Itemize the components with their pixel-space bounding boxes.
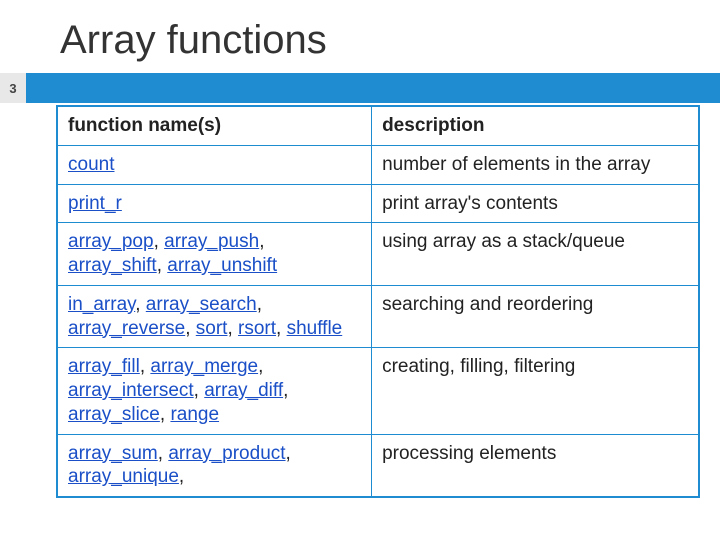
function-link[interactable]: array_unique	[68, 466, 179, 487]
table-cell-description: using array as a stack/queue	[372, 223, 699, 286]
function-link[interactable]: array_search	[146, 294, 257, 315]
separator: ,	[283, 380, 288, 401]
title-bar: 3	[0, 73, 720, 103]
separator: ,	[160, 404, 171, 425]
function-link[interactable]: array_sum	[68, 443, 158, 464]
table-row: array_fill, array_merge, array_intersect…	[57, 348, 699, 434]
table-container: function name(s) description count number…	[0, 103, 720, 498]
functions-table: function name(s) description count number…	[56, 105, 700, 498]
function-link[interactable]: array_intersect	[68, 380, 194, 401]
table-cell-description: print array's contents	[372, 184, 699, 223]
table-cell-functions: count	[57, 145, 372, 184]
table-row: count number of elements in the array	[57, 145, 699, 184]
table-cell-functions: print_r	[57, 184, 372, 223]
function-link[interactable]: array_diff	[204, 380, 283, 401]
table-cell-description: creating, filling, filtering	[372, 348, 699, 434]
table-cell-functions: array_sum, array_product, array_unique,	[57, 434, 372, 497]
page-number-badge: 3	[0, 73, 26, 103]
table-header-description: description	[372, 106, 699, 145]
function-link[interactable]: print_r	[68, 193, 122, 214]
function-link[interactable]: array_product	[168, 443, 285, 464]
separator: ,	[276, 318, 287, 339]
function-link[interactable]: range	[170, 404, 219, 425]
function-link[interactable]: array_shift	[68, 255, 157, 276]
function-link[interactable]: sort	[196, 318, 228, 339]
function-link[interactable]: array_slice	[68, 404, 160, 425]
function-link[interactable]: rsort	[238, 318, 276, 339]
function-link[interactable]: array_merge	[150, 356, 258, 377]
separator: ,	[258, 356, 263, 377]
table-cell-description: number of elements in the array	[372, 145, 699, 184]
table-row: print_r print array's contents	[57, 184, 699, 223]
function-link[interactable]: array_reverse	[68, 318, 185, 339]
table-cell-functions: in_array, array_search, array_reverse, s…	[57, 285, 372, 348]
table-header-functions: function name(s)	[57, 106, 372, 145]
function-link[interactable]: in_array	[68, 294, 135, 315]
table-row: in_array, array_search, array_reverse, s…	[57, 285, 699, 348]
separator: ,	[286, 443, 291, 464]
function-link[interactable]: array_push	[164, 231, 259, 252]
separator: ,	[140, 356, 151, 377]
function-link[interactable]: array_pop	[68, 231, 154, 252]
slide-title: Array functions	[0, 0, 720, 73]
table-cell-description: searching and reordering	[372, 285, 699, 348]
table-cell-functions: array_fill, array_merge, array_intersect…	[57, 348, 372, 434]
separator: ,	[158, 443, 169, 464]
table-cell-functions: array_pop, array_push, array_shift, arra…	[57, 223, 372, 286]
table-cell-description: processing elements	[372, 434, 699, 497]
function-link[interactable]: array_fill	[68, 356, 140, 377]
function-link[interactable]: array_unshift	[167, 255, 277, 276]
separator: ,	[157, 255, 168, 276]
function-link[interactable]: shuffle	[287, 318, 343, 339]
function-link[interactable]: count	[68, 154, 114, 175]
separator: ,	[179, 466, 184, 487]
separator: ,	[259, 231, 264, 252]
table-row: array_sum, array_product, array_unique,p…	[57, 434, 699, 497]
separator: ,	[194, 380, 205, 401]
separator: ,	[257, 294, 262, 315]
separator: ,	[227, 318, 238, 339]
table-row: array_pop, array_push, array_shift, arra…	[57, 223, 699, 286]
separator: ,	[154, 231, 165, 252]
separator: ,	[185, 318, 196, 339]
separator: ,	[135, 294, 146, 315]
